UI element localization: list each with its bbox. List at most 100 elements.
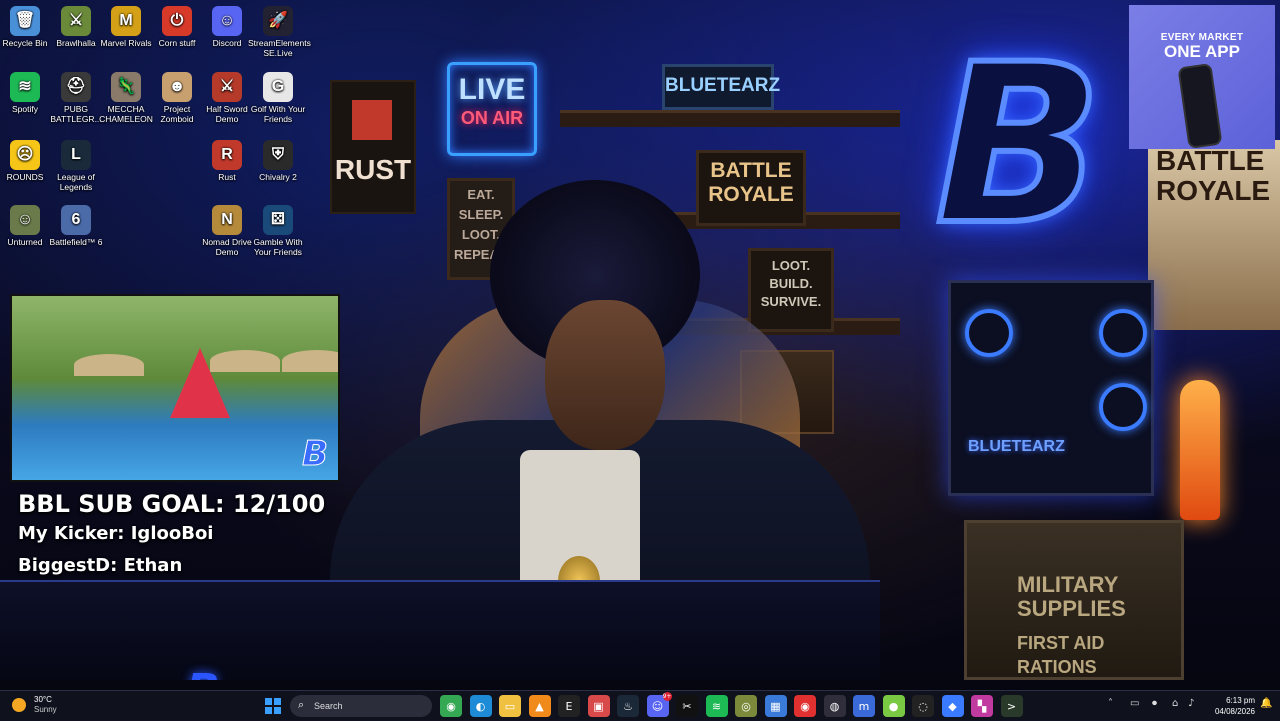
survive-line: SURVIVE. bbox=[760, 294, 822, 309]
clock-time: 6:13 pm bbox=[1226, 696, 1255, 705]
battery-icon[interactable]: ▭ bbox=[1130, 698, 1139, 709]
game-icon[interactable]: ◎ bbox=[735, 695, 757, 717]
brawlhalla-icon: ⚔ bbox=[61, 6, 91, 36]
pubg-icon: ⛑ bbox=[61, 72, 91, 102]
live-text: LIVE bbox=[458, 73, 526, 106]
file-explorer-icon[interactable]: ▭ bbox=[499, 695, 521, 717]
edge-icon[interactable]: ◐ bbox=[469, 695, 492, 717]
desktop-icon[interactable]: L League of Legends bbox=[46, 140, 106, 192]
obs-icon[interactable]: ◍ bbox=[823, 695, 846, 717]
network-icon[interactable]: ⌂ bbox=[1172, 698, 1178, 709]
rust-icon: R bbox=[212, 140, 242, 170]
rust-poster: RUST bbox=[330, 80, 416, 214]
ad-line-2: ONE APP bbox=[1164, 42, 1240, 61]
notification-icon[interactable]: 🔔 bbox=[1260, 698, 1272, 709]
desktop-icon-label: Golf With Your Friends bbox=[250, 104, 306, 124]
battle-royale-sign: BATTLE ROYALE bbox=[696, 150, 806, 226]
kicker-text: My Kicker: IglooBoi bbox=[18, 523, 214, 544]
desktop-icon-label: Battlefield™ 6 bbox=[49, 237, 103, 247]
rounds-icon: ☹ bbox=[10, 140, 40, 170]
desktop-icon[interactable]: 6 Battlefield™ 6 bbox=[46, 205, 106, 247]
capcut-icon[interactable]: ✂ bbox=[676, 695, 698, 717]
neon-b-logo: B bbox=[932, 17, 1106, 273]
webcam-overlay: B bbox=[10, 294, 340, 482]
marvel-rivals-icon: M bbox=[111, 6, 141, 36]
gaming-pc bbox=[948, 280, 1154, 496]
golf-icon: G bbox=[263, 72, 293, 102]
app-tile-icon[interactable]: ▣ bbox=[587, 695, 610, 717]
desk bbox=[0, 580, 880, 680]
gamble-icon: ⚄ bbox=[263, 205, 293, 235]
start-button[interactable] bbox=[262, 695, 284, 717]
first-aid-line: FIRST AID bbox=[1017, 633, 1105, 653]
rust-logo bbox=[352, 100, 392, 140]
mixer-icon[interactable]: m bbox=[853, 695, 875, 717]
supplies-line: SUPPLIES bbox=[1017, 596, 1126, 621]
weather-desc: Sunny bbox=[34, 705, 57, 714]
streamer-face bbox=[545, 300, 665, 450]
on-air-text: ON AIR bbox=[460, 108, 524, 128]
military-line: MILITARY bbox=[1017, 572, 1119, 597]
recycle-bin-icon: 🗑 bbox=[10, 6, 40, 36]
desktop-icon[interactable]: G Golf With Your Friends bbox=[248, 72, 308, 124]
volume-icon[interactable]: ♪ bbox=[1188, 698, 1194, 709]
poster-line-1: BATTLE bbox=[1156, 145, 1265, 176]
steam-icon[interactable]: ♨ bbox=[617, 695, 639, 717]
project-zomboid-icon: ☻ bbox=[162, 72, 192, 102]
lava-lamp bbox=[1180, 380, 1220, 520]
shelf bbox=[560, 110, 900, 127]
colorful-app-icon[interactable]: ▚ bbox=[971, 695, 993, 717]
epic-games-icon[interactable]: E bbox=[558, 695, 580, 717]
windows-icon bbox=[265, 698, 281, 714]
photos-icon[interactable]: ▦ bbox=[764, 695, 787, 717]
desktop-icon[interactable]: ⚄ Gamble With Your Friends bbox=[248, 205, 308, 257]
obs-studio-icon[interactable]: ◌ bbox=[912, 695, 934, 717]
red-app-icon[interactable]: ◉ bbox=[794, 695, 816, 717]
blue-diamond-icon[interactable]: ◆ bbox=[941, 695, 964, 717]
clock[interactable]: 6:13 pm 04/08/2026 bbox=[1205, 695, 1255, 717]
rust-poster-text: RUST bbox=[334, 154, 412, 185]
sun-icon bbox=[12, 698, 26, 712]
umbrella bbox=[74, 354, 144, 376]
streamelements-icon: 🚀 bbox=[263, 6, 293, 36]
half-sword-icon: ⚔ bbox=[212, 72, 242, 102]
military-supplies-crate: MILITARY SUPPLIES FIRST AID RATIONS bbox=[964, 520, 1184, 680]
green-app-icon[interactable]: ● bbox=[882, 695, 905, 717]
live-on-air-sign: LIVE ON AIR bbox=[447, 62, 537, 156]
spotify-taskbar-icon[interactable]: ≋ bbox=[705, 695, 728, 717]
biggest-text: BiggestD: Ethan bbox=[18, 555, 183, 576]
discord-icon: ☺ bbox=[212, 6, 242, 36]
build-line: BUILD. bbox=[769, 276, 813, 291]
chevron-up-icon[interactable]: ˄ bbox=[1108, 698, 1113, 709]
desktop-icon-label: StreamElements SE.Live bbox=[248, 38, 311, 58]
battlefield-icon: 6 bbox=[61, 205, 91, 235]
desktop-icon-label: Gamble With Your Friends bbox=[253, 237, 303, 257]
terminal-icon[interactable]: > bbox=[1000, 695, 1023, 717]
nomad-drive-icon: N bbox=[212, 205, 242, 235]
mic-icon[interactable]: ⏺ bbox=[1152, 698, 1157, 709]
chrome-icon[interactable]: ◉ bbox=[440, 695, 462, 717]
eat-line: EAT. bbox=[467, 187, 495, 202]
league-icon: L bbox=[61, 140, 91, 170]
desktop-icon[interactable]: ⛨ Chivalry 2 bbox=[248, 140, 308, 182]
ad-widget[interactable]: EVERY MARKET ONE APP bbox=[1129, 5, 1275, 149]
spotify-icon: ≋ bbox=[10, 72, 40, 102]
sleep-line: SLEEP. bbox=[458, 207, 504, 222]
taskbar: 30°C Sunny ⌕ Search ◉ ◐ ▭ ▲ E ▣ ♨ ☺ 9+ ✂ ≋ ◎ ▦ ◉ ◍ m ● ◌ ◆… bbox=[0, 690, 1280, 721]
chivalry-icon: ⛨ bbox=[263, 140, 293, 170]
desk-b-logo: B bbox=[186, 665, 220, 680]
royale-text: ROYALE bbox=[708, 183, 794, 206]
search-icon: ⌕ bbox=[298, 699, 305, 711]
vlc-icon[interactable]: ▲ bbox=[528, 695, 551, 717]
desktop-icon[interactable]: 🚀 StreamElements SE.Live bbox=[248, 6, 311, 58]
clock-date: 04/08/2026 bbox=[1214, 707, 1255, 716]
search-box[interactable]: ⌕ Search bbox=[290, 695, 432, 717]
discord-taskbar-icon[interactable]: ☺ 9+ bbox=[646, 692, 672, 717]
meccha-chameleon-icon: 🦎 bbox=[111, 72, 141, 102]
desktop-icon-label: Chivalry 2 bbox=[259, 172, 297, 182]
watermelon-character bbox=[170, 348, 230, 418]
weather-temp: 30°C bbox=[34, 695, 52, 704]
pc-fan bbox=[1099, 309, 1147, 357]
notification-badge: 9+ bbox=[662, 692, 672, 701]
battle-royale-poster: BATTLE ROYALE bbox=[1148, 140, 1280, 330]
